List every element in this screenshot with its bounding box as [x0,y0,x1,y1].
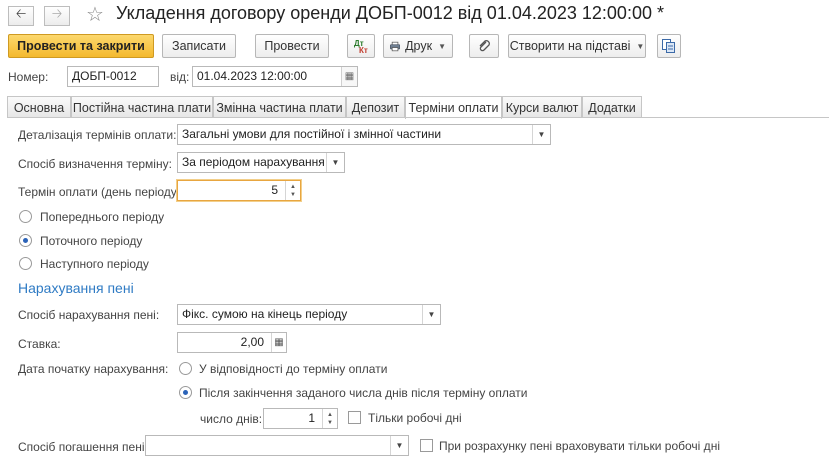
radio-current-period[interactable] [19,234,32,247]
chevron-down-icon[interactable]: ▼ [532,125,550,144]
days-count-input[interactable]: 1 ▲ ▼ [263,408,338,429]
term-method-label: Спосіб визначення терміну: [18,157,172,171]
penalty-repay-label: Спосіб погашення пені: [18,440,148,454]
create-based-on-button[interactable]: Створити на підставі ▼ [508,34,646,58]
rate-label: Ставка: [18,337,61,351]
forward-button[interactable]: 🡢 [44,6,70,26]
calendar-icon[interactable]: ▦ [341,67,357,86]
radio-after-days[interactable] [179,386,192,399]
tab-payment-terms[interactable]: Терміни оплати [405,96,502,119]
rate-input[interactable]: 2,00 ▦ [177,332,287,353]
date-value: 01.04.2023 12:00:00 [197,69,308,83]
number-label: Номер: [8,70,49,84]
radio-previous-period-label: Попереднього періоду [40,210,165,224]
terms-detail-value: Загальні умови для постійної і змінної ч… [182,127,442,141]
document-structure-icon [662,39,675,53]
penalty-method-label: Спосіб нарахування пені: [18,308,160,322]
days-count-label: число днів: [200,412,263,426]
penalty-start-label: Дата початку нарахування: [18,362,169,376]
create-based-label: Створити на підставі [509,39,631,53]
spinner-icon[interactable]: ▲ ▼ [322,409,337,428]
number-field[interactable]: ДОБП-0012 [67,66,159,87]
calc-workdays-checkbox[interactable] [420,439,433,452]
debit-credit-icon: Дт Кт [354,39,368,54]
tab-attachments[interactable]: Додатки [582,96,642,118]
arrow-left-icon: 🡠 [15,6,27,21]
penalty-method-value: Фікс. сумою на кінець періоду [182,307,348,321]
chevron-down-icon[interactable]: ▼ [422,305,440,324]
calculator-icon[interactable]: ▦ [271,333,286,352]
radio-after-days-label: Після закінчення заданого числа днів піс… [199,386,528,400]
rate-value: 2,00 [240,335,264,349]
payment-day-input[interactable]: 5 ▲ ▼ [177,180,301,201]
radio-per-payment-term[interactable] [179,362,192,375]
calc-workdays-label: При розрахунку пені враховувати тільки р… [439,439,720,453]
arrow-right-icon: 🡢 [51,6,63,21]
tab-deposit[interactable]: Депозит [346,96,405,118]
window-title: Укладення договору оренди ДОБП-0012 від … [116,3,664,23]
date-field[interactable]: 01.04.2023 12:00:00 ▦ [192,66,358,87]
terms-detail-select[interactable]: Загальні умови для постійної і змінної ч… [177,124,551,145]
back-button[interactable]: 🡠 [8,6,34,26]
printer-icon [390,41,401,51]
radio-next-period-label: Наступного періоду [40,257,149,271]
save-button[interactable]: Записати [162,34,236,58]
workdays-only-label: Тільки робочі дні [368,411,462,425]
penalty-section-title: Нарахування пені [18,280,134,296]
post-and-close-button[interactable]: Провести та закрити [8,34,154,58]
chevron-down-icon: ▼ [438,41,446,51]
radio-current-period-label: Поточного періоду [40,234,143,248]
chevron-down-icon[interactable]: ▼ [390,436,408,455]
payment-day-label: Термін оплати (день періоду): [18,185,185,199]
radio-next-period[interactable] [19,257,32,270]
tab-variable-payment[interactable]: Змінна частина плати [213,96,346,118]
structure-button[interactable] [657,34,681,58]
print-label: Друк [405,39,433,53]
penalty-method-select[interactable]: Фікс. сумою на кінець періоду ▼ [177,304,441,325]
spinner-icon[interactable]: ▲ ▼ [285,181,300,200]
tab-panel-border [7,117,829,118]
tab-exchange-rates[interactable]: Курси валют [502,96,582,118]
favorite-star-icon[interactable]: ☆ [86,2,104,27]
attach-files-button[interactable] [469,34,499,58]
date-label: від: [170,70,190,84]
debit-credit-button[interactable]: Дт Кт [347,34,375,58]
tab-fixed-payment[interactable]: Постійна частина плати [71,96,213,118]
chevron-down-icon: ▼ [636,41,645,51]
penalty-repay-select[interactable]: ▼ [145,435,409,456]
paperclip-icon [479,40,490,52]
radio-previous-period[interactable] [19,210,32,223]
payment-day-value: 5 [271,183,278,197]
term-method-select[interactable]: За періодом нарахування ▼ [177,152,345,173]
term-method-value: За періодом нарахування [182,155,325,169]
workdays-only-checkbox[interactable] [348,411,361,424]
print-button[interactable]: Друк ▼ [383,34,453,58]
days-count-value: 1 [308,411,315,425]
svg-text:Кт: Кт [359,46,368,54]
tab-main[interactable]: Основна [7,96,71,118]
radio-per-payment-term-label: У відповідності до терміну оплати [199,362,388,376]
post-button[interactable]: Провести [255,34,329,58]
terms-detail-label: Деталізація термінів оплати: [18,128,177,142]
chevron-down-icon[interactable]: ▼ [326,153,344,172]
